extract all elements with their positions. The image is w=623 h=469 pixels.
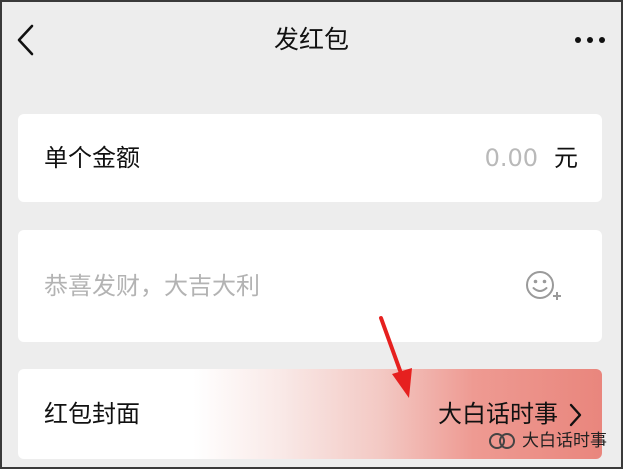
watermark-text: 大白话时事 — [522, 431, 607, 451]
nav-bar: 发红包 — [2, 2, 621, 82]
wechat-channel-icon — [489, 433, 515, 449]
emoji-add-icon — [526, 271, 561, 300]
more-dots-icon — [575, 37, 605, 43]
cover-label: 红包封面 — [44, 400, 140, 428]
amount-label: 单个金额 — [44, 144, 140, 172]
amount-input[interactable]: 0.00 — [485, 141, 538, 175]
greeting-input[interactable] — [44, 268, 504, 304]
page-title: 发红包 — [273, 25, 349, 54]
amount-card[interactable]: 单个金额 0.00 元 — [18, 114, 602, 202]
greeting-card — [18, 230, 602, 342]
watermark: 大白话时事 — [488, 429, 607, 453]
amount-unit: 元 — [554, 144, 578, 172]
cover-value: 大白话时事 — [438, 400, 558, 428]
chevron-right-icon — [569, 403, 582, 427]
emoji-button[interactable] — [524, 268, 564, 304]
more-button[interactable] — [573, 28, 607, 52]
